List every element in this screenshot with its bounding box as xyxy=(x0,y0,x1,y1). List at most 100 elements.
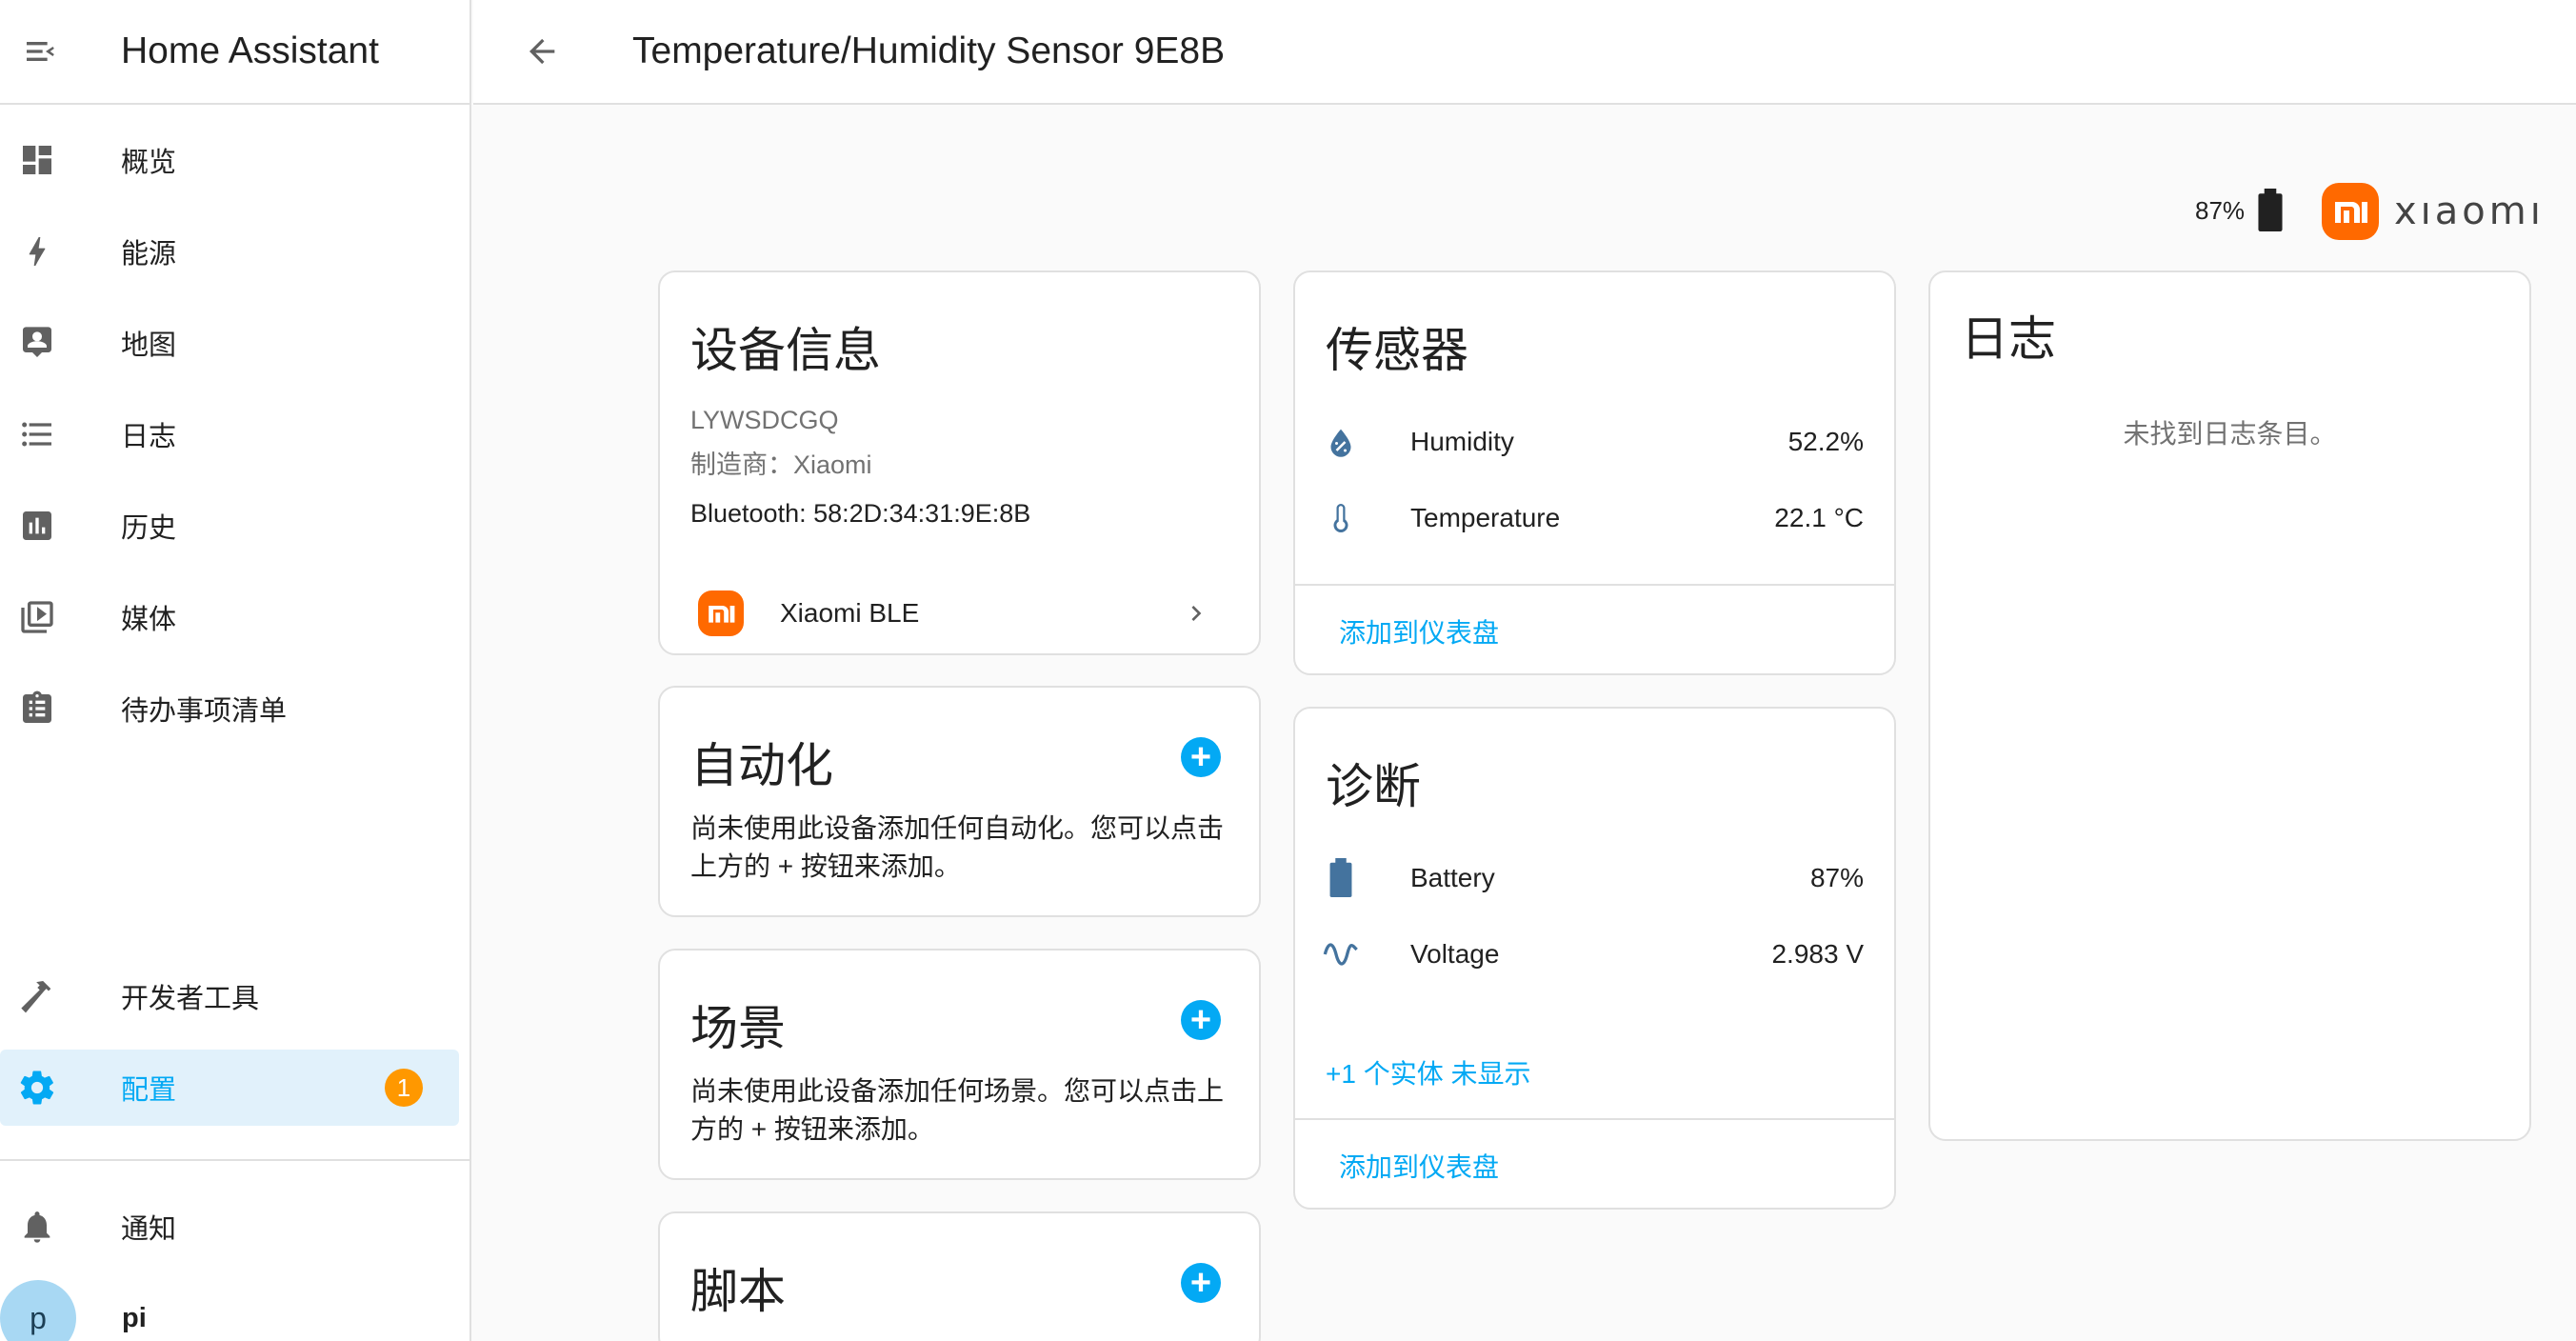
menu-toggle-button[interactable] xyxy=(4,0,78,104)
sidebar-item-media[interactable]: 媒体 xyxy=(0,579,459,655)
bell-icon xyxy=(17,1207,57,1247)
sensor-value: 52.2% xyxy=(1787,427,1864,456)
sidebar-item-map[interactable]: 地图 xyxy=(0,305,459,381)
diagnostics-card: 诊断 Battery 87% Voltage 2.983 V +1 个实体 未显… xyxy=(1293,707,1896,1210)
sidebar-item-developer-tools[interactable]: 开发者工具 xyxy=(0,958,459,1034)
card-title: 自动化 xyxy=(690,739,833,792)
sidebar-item-label: 日志 xyxy=(121,422,177,452)
diagnostic-row-battery[interactable]: Battery 87% xyxy=(1322,850,1864,907)
diagnostic-value: 87% xyxy=(1809,863,1864,892)
thermometer-icon xyxy=(1322,499,1360,537)
avatar: p xyxy=(0,1280,76,1341)
battery-icon xyxy=(1322,858,1360,898)
sensor-value: 22.1 °C xyxy=(1774,503,1864,532)
sidebar-item-label: 概览 xyxy=(121,148,177,178)
gear-icon xyxy=(17,1068,57,1108)
diagnostic-value: 2.983 V xyxy=(1771,939,1864,969)
integration-link[interactable]: Xiaomi BLE xyxy=(660,575,1259,651)
add-scene-button[interactable]: + xyxy=(1181,1000,1221,1040)
battery-status: 87% xyxy=(2195,189,2286,232)
card-title: 场景 xyxy=(690,1002,786,1055)
card-title: 日志 xyxy=(1961,312,2056,366)
sidebar-header: Home Assistant xyxy=(0,0,469,105)
automation-description: 尚未使用此设备添加任何自动化。您可以点击上方的 + 按钮来添加。 xyxy=(690,813,1225,881)
logbook-empty-message: 未找到日志条目。 xyxy=(2123,419,2337,449)
map-person-icon xyxy=(17,323,57,363)
sidebar-item-energy[interactable]: 能源 xyxy=(0,213,459,290)
sensor-row-temperature[interactable]: Temperature 22.1 °C xyxy=(1322,490,1864,547)
sidebar-item-label: 通知 xyxy=(121,1214,177,1245)
sidebar-item-label: 地图 xyxy=(121,330,177,361)
sidebar-item-label: 媒体 xyxy=(121,605,177,635)
sensors-card: 传感器 Humidity 52.2% Temperature 22.1 °C 添… xyxy=(1293,270,1896,675)
lightning-icon xyxy=(17,231,57,271)
automation-card: 自动化 + 尚未使用此设备添加任何自动化。您可以点击上方的 + 按钮来添加。 xyxy=(658,686,1261,917)
battery-level: 87% xyxy=(2195,195,2246,225)
sidebar-item-overview[interactable]: 概览 xyxy=(0,122,459,198)
device-info-card: 设备信息 LYWSDCGQ 制造商：Xiaomi Bluetooth: 58:2… xyxy=(658,270,1261,655)
plus-icon: + xyxy=(1189,1000,1212,1040)
sidebar-item-settings[interactable]: 配置 1 xyxy=(0,1050,459,1126)
card-title: 设备信息 xyxy=(690,324,881,377)
diagnostic-label: Battery xyxy=(1410,863,1495,892)
notification-badge: 1 xyxy=(385,1069,423,1107)
sensor-label: Temperature xyxy=(1410,503,1561,532)
back-button[interactable] xyxy=(504,13,580,90)
chevron-right-icon xyxy=(1191,606,1202,621)
sidebar-item-label: 待办事项清单 xyxy=(121,696,288,727)
water-percent-icon xyxy=(1322,423,1360,461)
sensor-row-humidity[interactable]: Humidity 52.2% xyxy=(1322,413,1864,470)
sidebar-item-user[interactable]: p pi xyxy=(0,1280,459,1341)
sidebar-item-label: 历史 xyxy=(121,513,177,544)
device-manufacturer: 制造商：Xiaomi xyxy=(690,450,872,479)
scene-card: 场景 + 尚未使用此设备添加任何场景。您可以点击上方的 + 按钮来添加。 xyxy=(658,949,1261,1180)
clipboard-list-icon xyxy=(17,689,57,729)
script-card: 脚本 + xyxy=(658,1211,1261,1341)
card-actions: 添加到仪表盘 xyxy=(1295,584,1894,673)
page-title: Temperature/Humidity Sensor 9E8B xyxy=(632,30,1226,71)
add-script-button[interactable]: + xyxy=(1181,1263,1221,1303)
sine-wave-icon xyxy=(1322,935,1360,973)
add-automation-button[interactable]: + xyxy=(1181,737,1221,777)
sidebar-divider xyxy=(0,1159,471,1161)
add-to-dashboard-link[interactable]: 添加到仪表盘 xyxy=(1339,612,1499,650)
device-connection: Bluetooth: 58:2D:34:31:9E:8B xyxy=(690,499,1031,528)
diagnostic-row-voltage[interactable]: Voltage 2.983 V xyxy=(1322,926,1864,983)
sensor-label: Humidity xyxy=(1410,427,1514,456)
sidebar-item-label: 能源 xyxy=(121,239,177,270)
device-model: LYWSDCGQ xyxy=(690,406,839,434)
sidebar: Home Assistant 概览 能源 地图 日志 历史 媒体 待办事项清单 … xyxy=(0,0,471,1341)
media-play-icon xyxy=(17,597,57,637)
scene-description: 尚未使用此设备添加任何场景。您可以点击上方的 + 按钮来添加。 xyxy=(690,1076,1225,1144)
plus-icon: + xyxy=(1189,1263,1212,1303)
top-bar: Temperature/Humidity Sensor 9E8B xyxy=(473,0,2576,105)
sidebar-item-label: 开发者工具 xyxy=(121,984,260,1014)
sidebar-item-label: 配置 xyxy=(121,1075,177,1106)
sidebar-item-logbook[interactable]: 日志 xyxy=(0,396,459,472)
card-actions: 添加到仪表盘 xyxy=(1295,1118,1894,1208)
xiaomi-logo-icon xyxy=(2322,183,2379,240)
chart-icon xyxy=(17,506,57,546)
show-hidden-entities-link[interactable]: +1 个实体 未显示 xyxy=(1326,1053,1530,1091)
add-to-dashboard-link[interactable]: 添加到仪表盘 xyxy=(1339,1147,1499,1185)
diagnostic-label: Voltage xyxy=(1410,939,1500,969)
brand-logo: xıaomı xyxy=(2322,183,2545,240)
sidebar-item-notifications[interactable]: 通知 xyxy=(0,1189,459,1265)
card-title: 传感器 xyxy=(1326,324,1468,377)
menu-collapse-icon xyxy=(27,42,54,61)
arrow-left-icon xyxy=(529,38,555,65)
dashboard-icon xyxy=(17,140,57,180)
app-title: Home Assistant xyxy=(121,30,379,71)
plus-icon: + xyxy=(1189,737,1212,777)
list-icon xyxy=(17,414,57,454)
logbook-card: 日志 未找到日志条目。 xyxy=(1928,270,2531,1141)
card-title: 诊断 xyxy=(1326,760,1421,813)
battery-icon xyxy=(2258,189,2283,231)
card-title: 脚本 xyxy=(690,1265,786,1318)
integration-name: Xiaomi BLE xyxy=(780,598,920,628)
xiaomi-ble-icon xyxy=(698,590,744,636)
sidebar-item-history[interactable]: 历史 xyxy=(0,488,459,564)
user-name: pi xyxy=(122,1302,147,1333)
sidebar-item-todo[interactable]: 待办事项清单 xyxy=(0,670,459,747)
hammer-icon xyxy=(17,976,57,1016)
